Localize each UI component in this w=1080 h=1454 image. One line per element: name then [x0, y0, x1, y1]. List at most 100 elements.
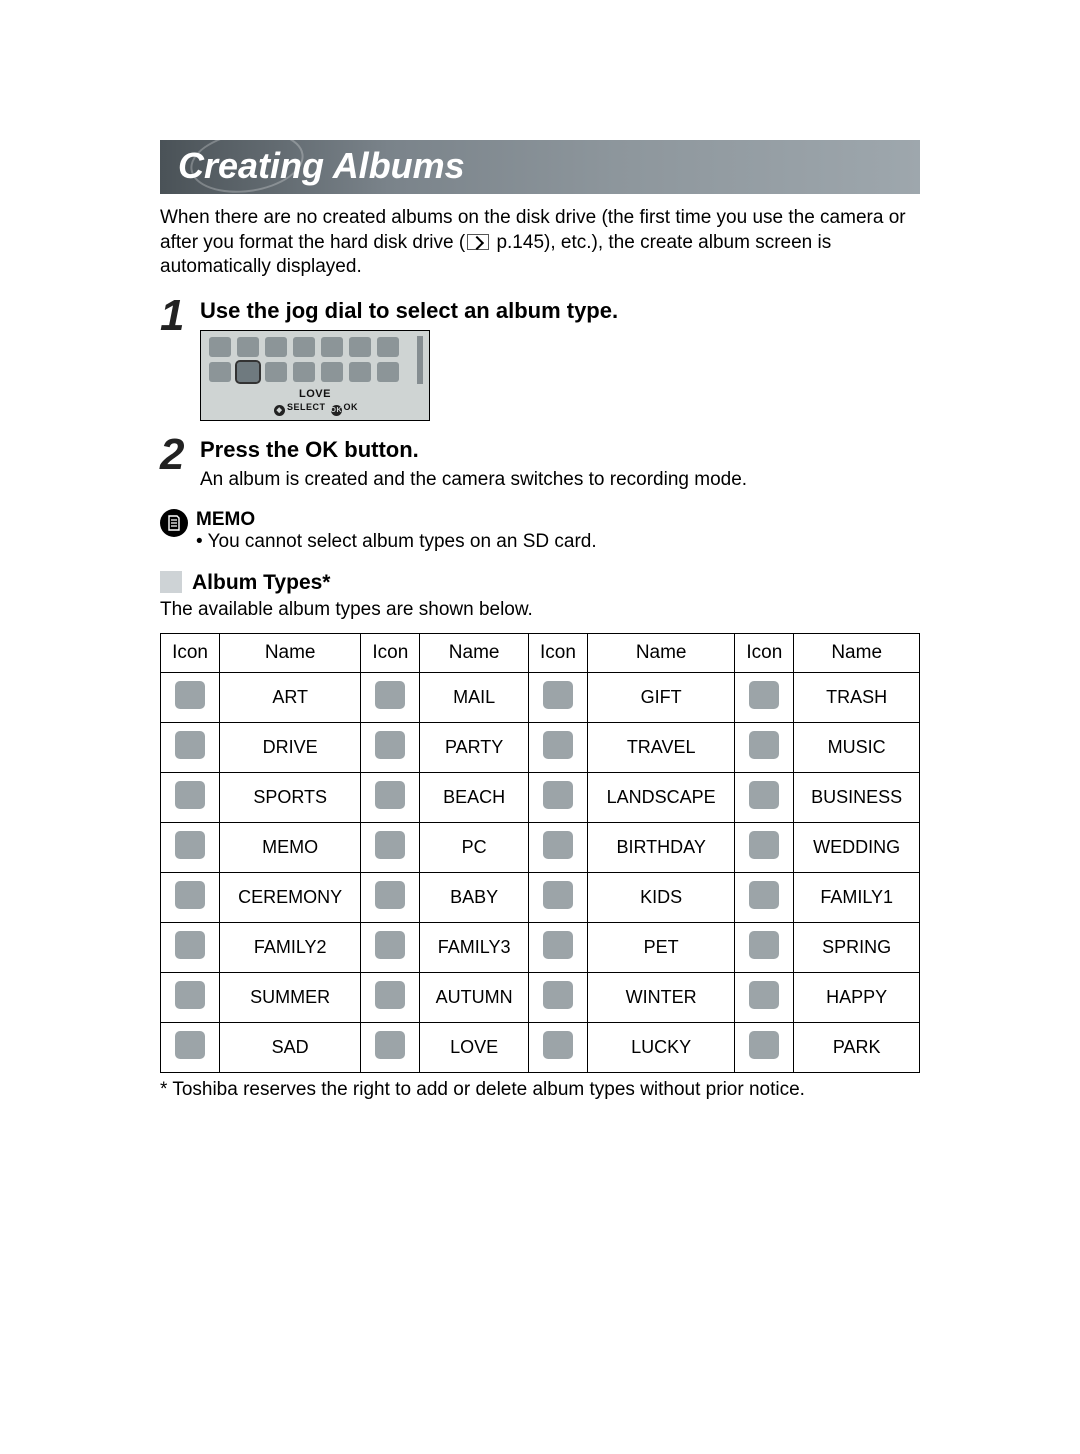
- album-type-icon: [209, 362, 231, 382]
- ok-button-icon: OK: [331, 405, 342, 416]
- section-marker-icon: [160, 571, 182, 593]
- album-type-icon: [749, 781, 779, 809]
- album-type-icon: [375, 1031, 405, 1059]
- album-name-cell: SAD: [220, 1023, 361, 1073]
- album-name-cell: PARTY: [420, 723, 529, 773]
- album-name-cell: HAPPY: [794, 973, 920, 1023]
- album-type-icon: [543, 1031, 573, 1059]
- album-icon-cell: [361, 923, 420, 973]
- album-icon-cell: [361, 723, 420, 773]
- album-type-icon: [543, 931, 573, 959]
- album-type-icon: [349, 362, 371, 382]
- album-icon-cell: [361, 773, 420, 823]
- album-icon-cell: [528, 673, 587, 723]
- album-icon-cell: [735, 1023, 794, 1073]
- step-1: 1 Use the jog dial to select an album ty…: [160, 294, 920, 427]
- album-type-icon: [349, 337, 371, 357]
- album-types-table: Icon Name Icon Name Icon Name Icon Name …: [160, 633, 920, 1073]
- col-header: Icon: [161, 634, 220, 673]
- album-type-icon: [749, 931, 779, 959]
- album-type-icon: [375, 831, 405, 859]
- jog-dial-icon: ◆: [274, 405, 285, 416]
- album-type-icon: [293, 337, 315, 357]
- album-type-icon: [749, 981, 779, 1009]
- table-row: SADLOVELUCKYPARK: [161, 1023, 920, 1073]
- album-name-cell: MAIL: [420, 673, 529, 723]
- album-icon-cell: [735, 973, 794, 1023]
- album-icon-cell: [735, 723, 794, 773]
- col-header: Icon: [361, 634, 420, 673]
- album-type-icon: [375, 881, 405, 909]
- album-icon-cell: [161, 773, 220, 823]
- step-number: 1: [160, 294, 200, 427]
- album-icon-cell: [361, 823, 420, 873]
- lcd-ok-label: OK: [344, 402, 359, 412]
- album-icon-cell: [528, 1023, 587, 1073]
- album-type-icon: [175, 831, 205, 859]
- album-name-cell: FAMILY1: [794, 873, 920, 923]
- album-name-cell: SPORTS: [220, 773, 361, 823]
- album-type-icon: [175, 881, 205, 909]
- album-type-icon: [175, 781, 205, 809]
- album-name-cell: PET: [588, 923, 735, 973]
- album-type-icon: [749, 1031, 779, 1059]
- table-row: SPORTSBEACHLANDSCAPEBUSINESS: [161, 773, 920, 823]
- album-name-cell: SUMMER: [220, 973, 361, 1023]
- album-type-icon: [749, 831, 779, 859]
- album-icon-cell: [528, 773, 587, 823]
- lcd-scrollbar: [417, 336, 423, 384]
- album-type-icon: [175, 681, 205, 709]
- album-type-icon: [321, 337, 343, 357]
- album-type-icon: [543, 881, 573, 909]
- album-name-cell: LOVE: [420, 1023, 529, 1073]
- table-row: MEMOPCBIRTHDAYWEDDING: [161, 823, 920, 873]
- album-name-cell: WINTER: [588, 973, 735, 1023]
- album-type-icon: [543, 681, 573, 709]
- album-name-cell: KIDS: [588, 873, 735, 923]
- lcd-select-label: SELECT: [287, 402, 326, 412]
- step-title: Use the jog dial to select an album type…: [200, 298, 920, 324]
- album-name-cell: PC: [420, 823, 529, 873]
- album-type-icon: [543, 981, 573, 1009]
- album-name-cell: LUCKY: [588, 1023, 735, 1073]
- album-icon-cell: [735, 823, 794, 873]
- memo-label: MEMO: [196, 509, 597, 531]
- album-name-cell: ART: [220, 673, 361, 723]
- album-name-cell: BUSINESS: [794, 773, 920, 823]
- album-type-icon: [543, 831, 573, 859]
- album-icon-cell: [735, 923, 794, 973]
- album-icon-cell: [161, 723, 220, 773]
- album-icon-cell: [161, 923, 220, 973]
- col-header: Icon: [528, 634, 587, 673]
- col-header: Name: [420, 634, 529, 673]
- album-name-cell: BABY: [420, 873, 529, 923]
- album-name-cell: FAMILY2: [220, 923, 361, 973]
- album-type-icon: [321, 362, 343, 382]
- album-type-icon: [375, 931, 405, 959]
- album-type-icon: [749, 681, 779, 709]
- album-type-icon: [375, 781, 405, 809]
- page-title: Creating Albums: [160, 140, 920, 194]
- album-type-icon: [377, 337, 399, 357]
- lcd-preview: LOVE ◆SELECT OKOK: [200, 330, 430, 421]
- album-name-cell: SPRING: [794, 923, 920, 973]
- album-name-cell: GIFT: [588, 673, 735, 723]
- album-icon-cell: [361, 1023, 420, 1073]
- album-icon-cell: [735, 773, 794, 823]
- album-name-cell: TRAVEL: [588, 723, 735, 773]
- album-type-icon: [375, 681, 405, 709]
- album-name-cell: MUSIC: [794, 723, 920, 773]
- lcd-controls-hint: ◆SELECT OKOK: [209, 402, 421, 416]
- album-type-icon: [377, 362, 399, 382]
- album-type-icon: [175, 931, 205, 959]
- album-type-icon: [175, 731, 205, 759]
- col-header: Name: [220, 634, 361, 673]
- album-type-icon: [543, 781, 573, 809]
- album-icon-cell: [528, 823, 587, 873]
- lcd-icon-grid: [209, 337, 421, 382]
- table-row: CEREMONYBABYKIDSFAMILY1: [161, 873, 920, 923]
- album-type-icon: [749, 731, 779, 759]
- album-name-cell: BIRTHDAY: [588, 823, 735, 873]
- lcd-selected-label: LOVE: [209, 388, 421, 400]
- table-row: ARTMAILGIFTTRASH: [161, 673, 920, 723]
